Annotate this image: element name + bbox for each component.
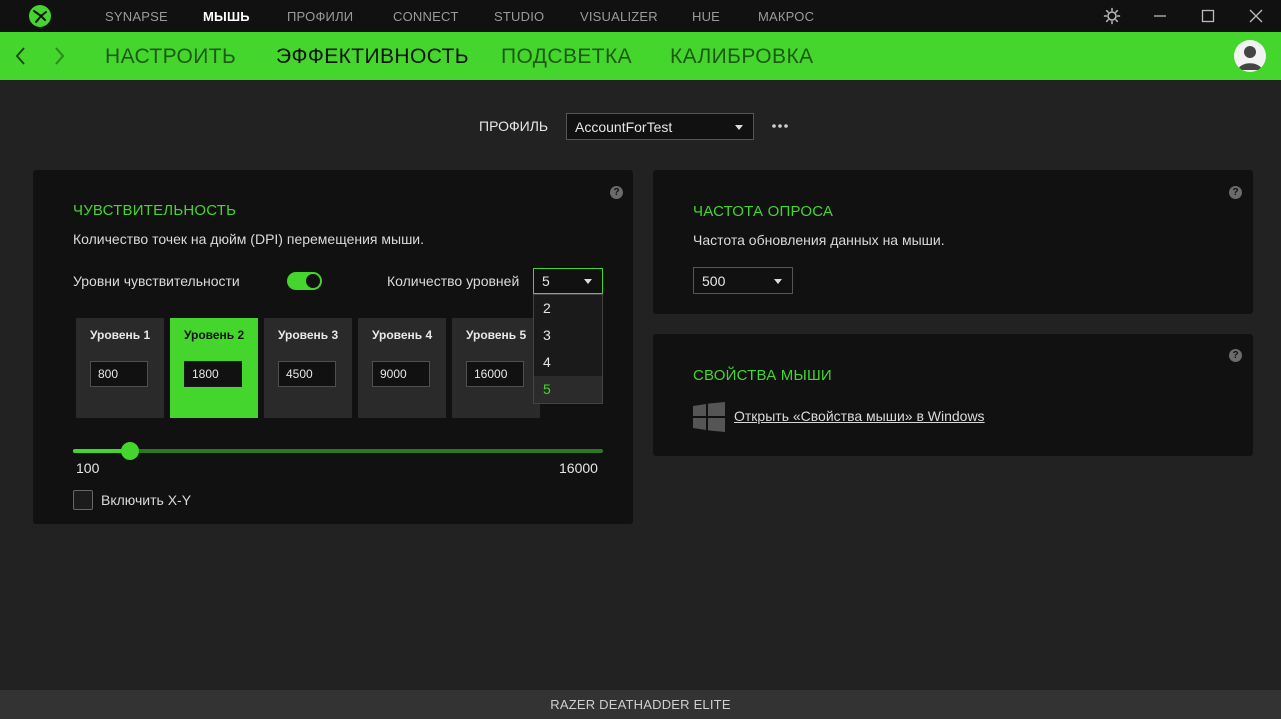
profile-select-value: AccountForTest (575, 118, 673, 135)
dropdown-option-5[interactable]: 5 (534, 376, 602, 403)
enable-xy-checkbox[interactable] (73, 490, 93, 510)
topnav-hue[interactable]: HUE (692, 9, 720, 24)
topnav-profiles[interactable]: ПРОФИЛИ (287, 9, 353, 24)
dpi-level-label: Уровень 1 (90, 328, 151, 342)
polling-rate-select[interactable]: 500 (693, 267, 793, 294)
maximize-icon[interactable] (1198, 6, 1218, 26)
dpi-level-2[interactable]: Уровень 2 1800 (170, 318, 258, 418)
help-icon[interactable]: ? (610, 186, 623, 199)
topnav-visualizer[interactable]: VISUALIZER (580, 9, 658, 24)
dpi-level-3[interactable]: Уровень 3 4500 (264, 318, 352, 418)
dpi-level-label: Уровень 3 (278, 328, 339, 342)
dpi-level-input[interactable]: 4500 (278, 361, 336, 387)
sensitivity-levels-toggle-label: Уровни чувствительности (73, 273, 240, 289)
top-bar: SYNAPSE МЫШЬ ПРОФИЛИ CONNECT STUDIO VISU… (0, 0, 1281, 32)
synapse-window: SYNAPSE МЫШЬ ПРОФИЛИ CONNECT STUDIO VISU… (0, 0, 1281, 719)
dropdown-option-4[interactable]: 4 (534, 349, 602, 376)
dpi-level-input[interactable]: 1800 (184, 361, 242, 387)
levels-count-dropdown: 2 3 4 5 (533, 294, 603, 404)
levels-count-value: 5 (542, 273, 550, 289)
chevron-right-icon[interactable] (47, 44, 71, 68)
mouse-properties-panel: ? СВОЙСТВА МЫШИ Открыть «Свойства мыши» … (653, 334, 1253, 456)
dpi-level-input[interactable]: 16000 (466, 361, 524, 387)
gear-icon[interactable] (1102, 6, 1122, 26)
dpi-level-input[interactable]: 9000 (372, 361, 430, 387)
dpi-slider-thumb[interactable] (120, 442, 139, 460)
sensitivity-desc: Количество точек на дюйм (DPI) перемещен… (73, 231, 425, 247)
dpi-level-input[interactable]: 800 (90, 361, 148, 387)
more-dots-icon[interactable] (770, 118, 790, 134)
topnav-macro[interactable]: МАКРОС (758, 9, 814, 24)
dpi-level-label: Уровень 5 (466, 328, 527, 342)
sub-nav-bar: НАСТРОИТЬ ЭФФЕКТИВНОСТЬ ПОДСВЕТКА КАЛИБР… (0, 32, 1281, 80)
topnav-connect[interactable]: CONNECT (393, 9, 459, 24)
polling-rate-title: ЧАСТОТА ОПРОСА (693, 203, 834, 220)
levels-count-label: Количество уровней (387, 273, 520, 289)
dpi-level-5[interactable]: Уровень 5 16000 (452, 318, 540, 418)
topnav-synapse[interactable]: SYNAPSE (105, 9, 168, 24)
razer-logo-icon[interactable] (28, 4, 52, 28)
dpi-level-label: Уровень 4 (372, 328, 433, 342)
profile-select[interactable]: AccountForTest (566, 113, 754, 140)
chevron-left-icon[interactable] (9, 44, 33, 68)
device-name: RAZER DEATHADDER ELITE (550, 697, 731, 712)
device-status-bar: RAZER DEATHADDER ELITE (0, 690, 1281, 719)
dropdown-option-2[interactable]: 2 (534, 295, 602, 322)
profile-label: ПРОФИЛЬ (479, 118, 549, 134)
windows-logo-icon (693, 402, 725, 432)
help-icon[interactable]: ? (1229, 186, 1242, 199)
user-avatar-icon[interactable] (1234, 40, 1266, 72)
dpi-slider-max: 16000 (559, 460, 598, 476)
minimize-icon[interactable] (1150, 6, 1170, 26)
tab-calibration[interactable]: КАЛИБРОВКА (670, 45, 813, 69)
chevron-down-icon (735, 124, 743, 130)
polling-rate-desc: Частота обновления данных на мыши. (693, 232, 945, 248)
enable-xy-label: Включить X-Y (101, 492, 192, 508)
toggle-knob (306, 274, 320, 288)
dropdown-option-3[interactable]: 3 (534, 322, 602, 349)
polling-rate-value: 500 (702, 272, 726, 289)
sensitivity-title: ЧУВСТВИТЕЛЬНОСТЬ (73, 202, 237, 219)
dpi-level-1[interactable]: Уровень 1 800 (76, 318, 164, 418)
topnav-mouse[interactable]: МЫШЬ (203, 9, 250, 24)
sensitivity-levels-toggle[interactable] (287, 272, 322, 290)
dpi-slider-min: 100 (76, 460, 100, 476)
help-icon[interactable]: ? (1229, 349, 1242, 362)
dpi-level-4[interactable]: Уровень 4 9000 (358, 318, 446, 418)
topnav-studio[interactable]: STUDIO (494, 9, 544, 24)
dpi-level-label: Уровень 2 (184, 328, 245, 342)
levels-count-select[interactable]: 5 (533, 268, 603, 294)
tab-customize[interactable]: НАСТРОИТЬ (105, 45, 236, 69)
chevron-down-icon (584, 279, 592, 284)
open-mouse-properties-link[interactable]: Открыть «Свойства мыши» в Windows (734, 408, 985, 424)
tab-lighting[interactable]: ПОДСВЕТКА (501, 45, 632, 69)
polling-rate-panel: ? ЧАСТОТА ОПРОСА Частота обновления данн… (653, 170, 1253, 314)
mouse-properties-title: СВОЙСТВА МЫШИ (693, 367, 832, 384)
close-icon[interactable] (1246, 6, 1266, 26)
tab-performance[interactable]: ЭФФЕКТИВНОСТЬ (276, 45, 469, 69)
chevron-down-icon (774, 278, 782, 284)
dpi-slider[interactable] (73, 442, 603, 460)
